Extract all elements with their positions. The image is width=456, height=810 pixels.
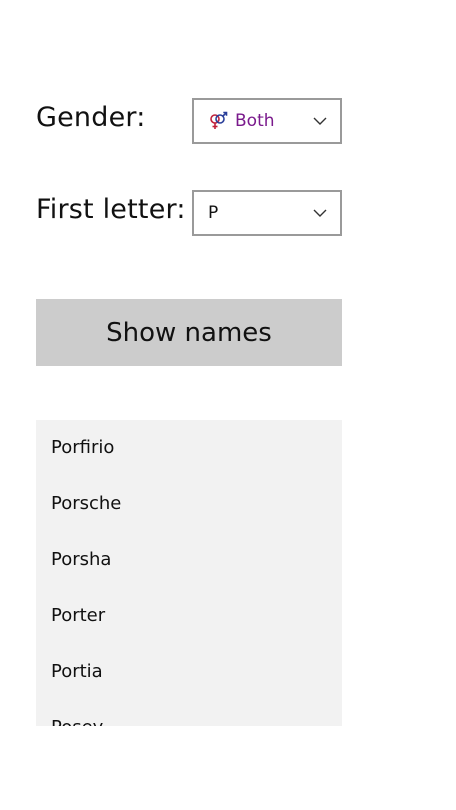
gender-dropdown[interactable]: Both bbox=[192, 98, 342, 144]
list-item[interactable]: Porsha bbox=[51, 548, 111, 572]
first-letter-label: First letter: bbox=[36, 194, 186, 225]
list-item[interactable]: Porfirio bbox=[51, 436, 114, 460]
first-letter-dropdown-value: P bbox=[208, 203, 312, 223]
show-names-button[interactable]: Show names bbox=[36, 299, 342, 366]
names-list[interactable]: Porfirio Porsche Porsha Porter Portia Po… bbox=[36, 420, 342, 726]
first-letter-dropdown[interactable]: P bbox=[192, 190, 342, 236]
first-letter-selected-text: P bbox=[208, 203, 219, 223]
chevron-down-icon bbox=[313, 117, 327, 125]
chevron-down-icon bbox=[313, 209, 327, 217]
gender-selected-text: Both bbox=[235, 111, 275, 131]
gender-dropdown-value: Both bbox=[208, 111, 312, 131]
list-item[interactable]: Portia bbox=[51, 660, 103, 684]
list-item[interactable]: Porter bbox=[51, 604, 105, 628]
gender-label: Gender: bbox=[36, 102, 146, 133]
list-item[interactable]: Posey bbox=[51, 716, 103, 726]
male-female-icon bbox=[210, 111, 228, 129]
list-item[interactable]: Porsche bbox=[51, 492, 121, 516]
